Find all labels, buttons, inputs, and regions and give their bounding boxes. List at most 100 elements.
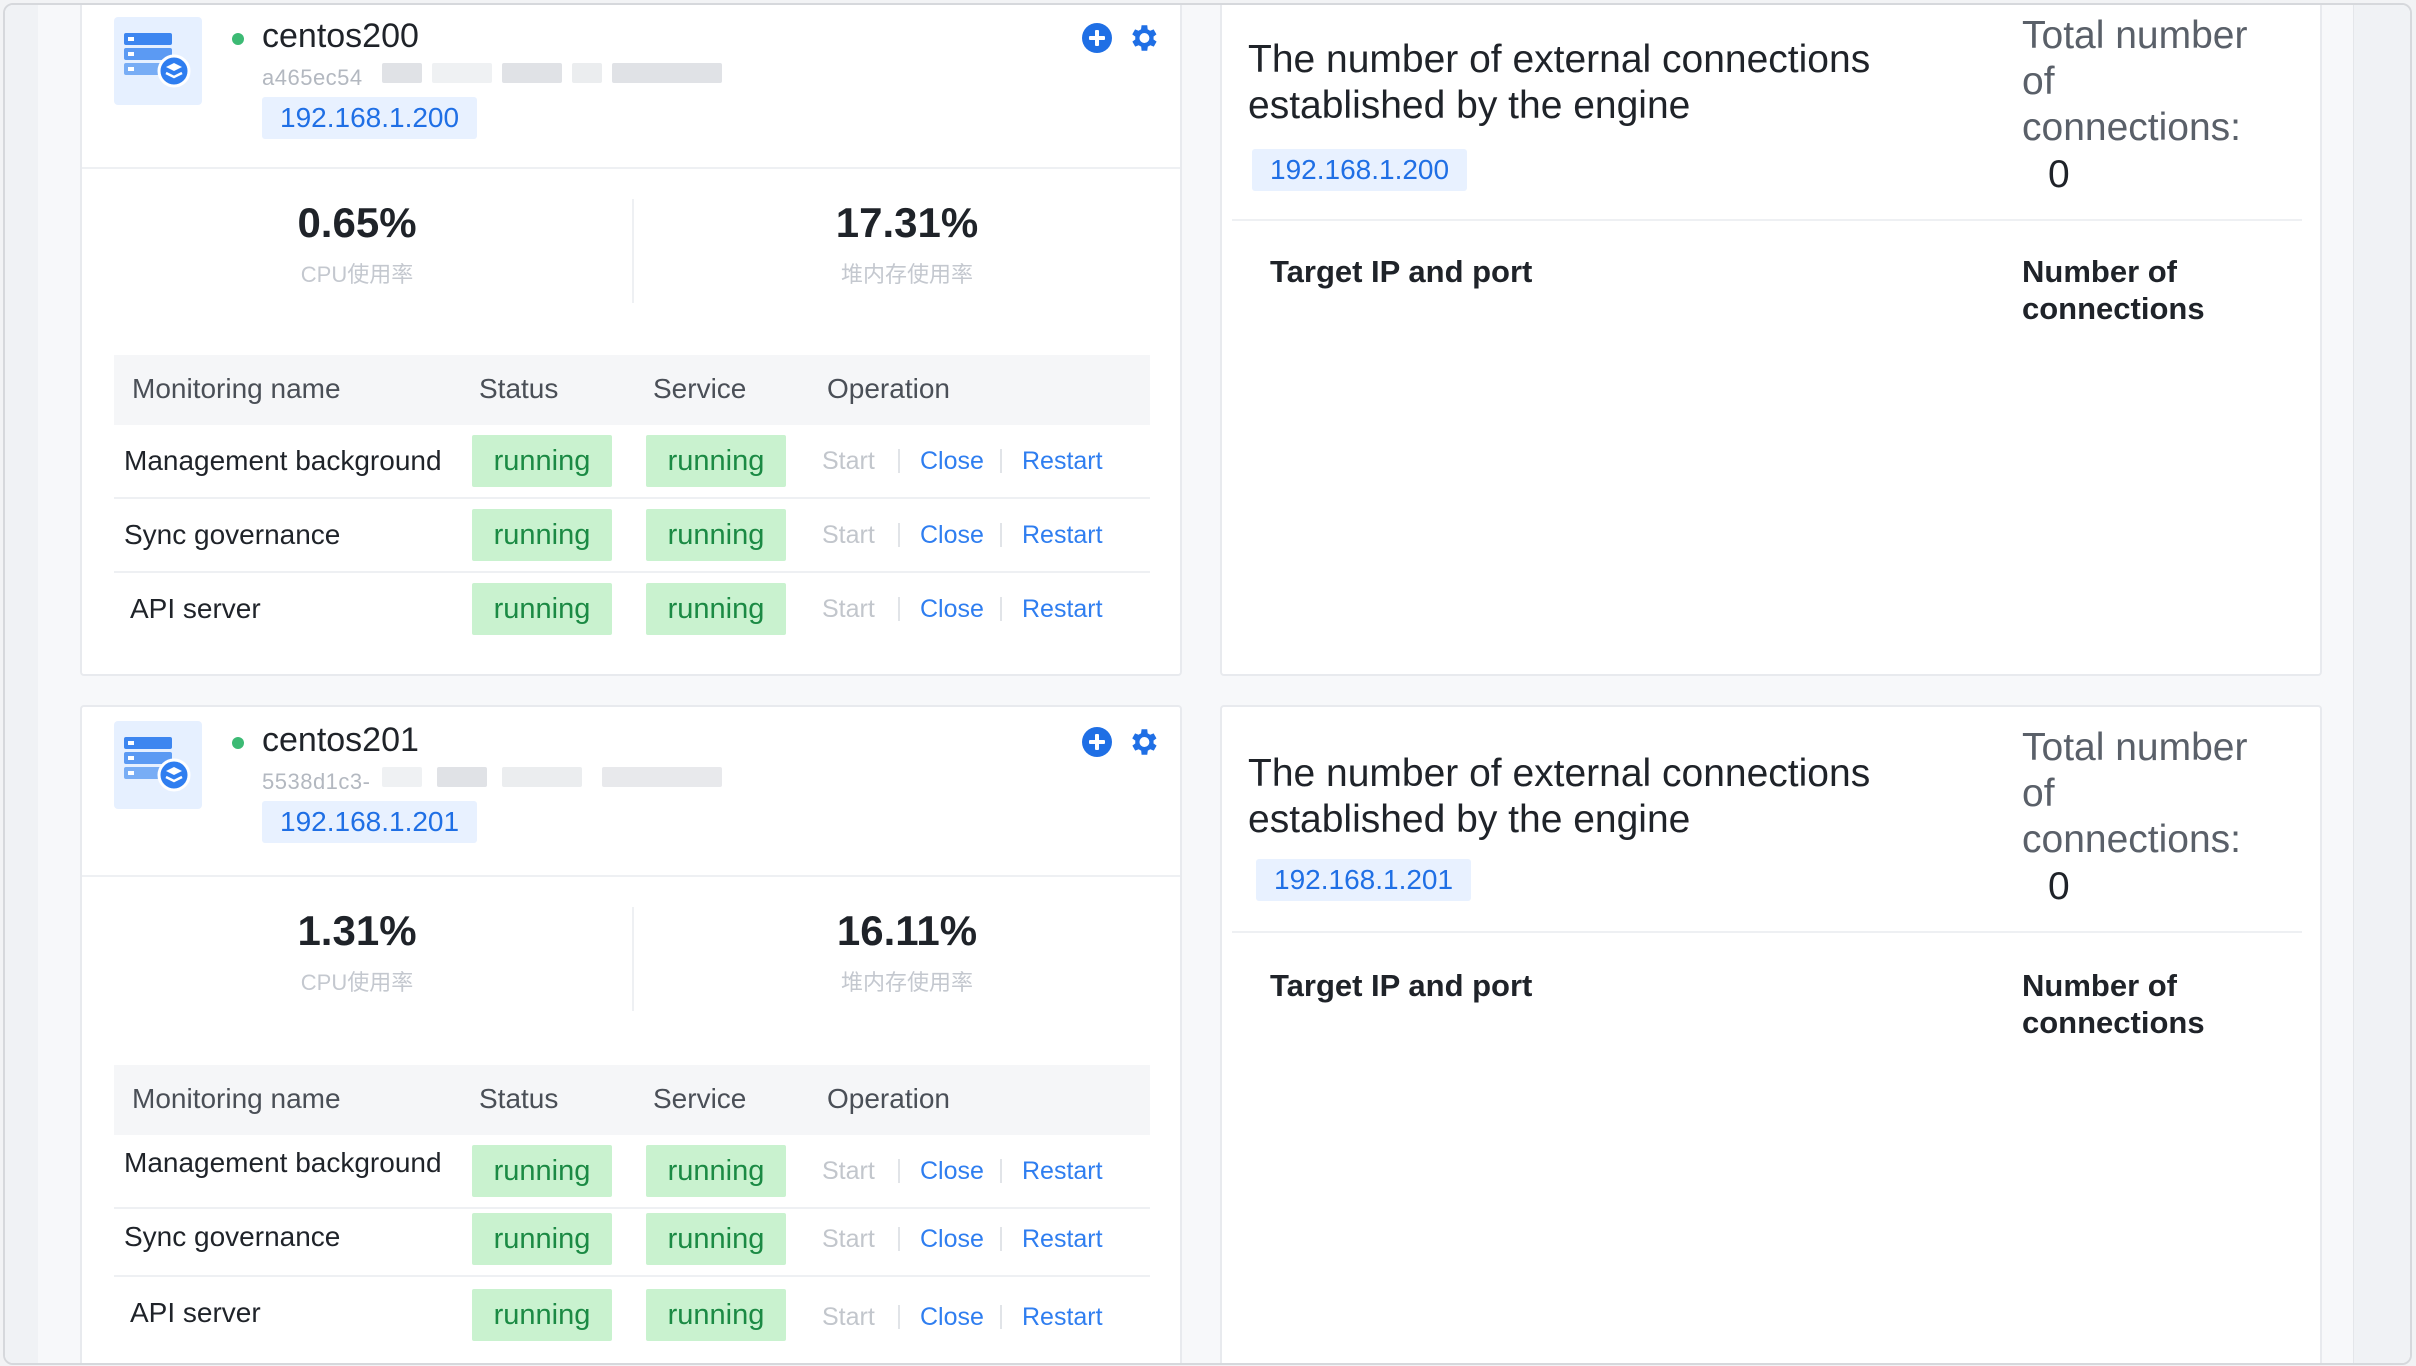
monitor-name: Management background bbox=[124, 445, 442, 476]
connections-title: The number of external connections estab… bbox=[1248, 752, 1871, 841]
connections-title: The number of external connections estab… bbox=[1248, 38, 1871, 127]
redacted-id bbox=[612, 63, 722, 83]
divider bbox=[898, 1159, 900, 1183]
redacted-id bbox=[382, 767, 422, 787]
window-frame: centos200 a465ec54 192.168.1.200 0.65% C… bbox=[3, 3, 2412, 1365]
column-header: Operation bbox=[827, 1083, 950, 1114]
cpu-value: 0.65% bbox=[297, 199, 417, 246]
table-row: API server running running Start Close R… bbox=[114, 573, 1150, 645]
total-connections-label: Total number of connections: bbox=[2022, 14, 2248, 149]
redacted-id bbox=[432, 63, 492, 83]
server-stack-icon bbox=[114, 721, 202, 809]
service-badge: running bbox=[646, 1145, 786, 1197]
total-connections-value: 0 bbox=[2048, 153, 2070, 196]
close-button[interactable]: Close bbox=[920, 1157, 984, 1186]
redacted-id bbox=[572, 63, 602, 83]
column-header: Operation bbox=[827, 373, 950, 404]
status-badge: running bbox=[472, 1145, 612, 1197]
column-header: Service bbox=[653, 1083, 747, 1114]
close-button[interactable]: Close bbox=[920, 1225, 984, 1254]
service-badge: running bbox=[646, 1213, 786, 1265]
heap-value: 17.31% bbox=[835, 199, 979, 246]
ip-tag: 192.168.1.201 bbox=[262, 801, 478, 843]
cpu-value: 1.31% bbox=[297, 907, 417, 954]
restart-button[interactable]: Restart bbox=[1022, 1225, 1103, 1254]
heap-metric: 17.31% 堆内存使用率 bbox=[632, 199, 1180, 289]
divider bbox=[1000, 1305, 1002, 1329]
table-row: API server running running Start Close R… bbox=[114, 1277, 1150, 1349]
left-gutter bbox=[5, 5, 38, 1363]
divider bbox=[898, 597, 900, 621]
online-status-dot bbox=[232, 737, 244, 749]
divider bbox=[898, 449, 900, 473]
redacted-id bbox=[382, 63, 422, 83]
restart-button[interactable]: Restart bbox=[1022, 1157, 1103, 1186]
service-badge: running bbox=[646, 1289, 786, 1341]
host-name: centos201 bbox=[262, 721, 419, 759]
cpu-label: CPU使用率 bbox=[300, 970, 414, 995]
status-badge: running bbox=[472, 1289, 612, 1341]
ip-tag: 192.168.1.201 bbox=[1256, 859, 1472, 901]
start-button[interactable]: Start bbox=[822, 1303, 875, 1332]
monitor-name: Management background bbox=[124, 1147, 442, 1178]
start-button[interactable]: Start bbox=[822, 595, 875, 624]
redacted-id bbox=[602, 767, 722, 787]
divider bbox=[1000, 597, 1002, 621]
table-header: Monitoring name Status Service Operation bbox=[114, 1065, 1150, 1135]
table-row: Management background running running St… bbox=[114, 1135, 1150, 1209]
scrollbar-track[interactable] bbox=[2353, 5, 2410, 1363]
close-button[interactable]: Close bbox=[920, 1303, 984, 1332]
restart-button[interactable]: Restart bbox=[1022, 1303, 1103, 1332]
start-button[interactable]: Start bbox=[822, 521, 875, 550]
restart-button[interactable]: Restart bbox=[1022, 447, 1103, 476]
monitor-name: Sync governance bbox=[124, 1221, 341, 1252]
column-header: Status bbox=[479, 373, 559, 404]
close-button[interactable]: Close bbox=[920, 595, 984, 624]
column-header: Status bbox=[479, 1083, 559, 1114]
divider bbox=[1000, 1227, 1002, 1251]
plus-circle-icon[interactable] bbox=[1082, 727, 1112, 757]
connections-card: The number of external connections estab… bbox=[1220, 5, 2322, 676]
start-button[interactable]: Start bbox=[822, 1225, 875, 1254]
host-card: centos201 5538d1c3- 192.168.1.201 1.31% … bbox=[80, 705, 1182, 1363]
divider bbox=[898, 1227, 900, 1251]
column-header: Service bbox=[653, 373, 747, 404]
start-button[interactable]: Start bbox=[822, 1157, 875, 1186]
column-header-count: Number of connections bbox=[2022, 254, 2205, 326]
column-header-target: Target IP and port bbox=[1270, 968, 1533, 1003]
close-button[interactable]: Close bbox=[920, 521, 984, 550]
restart-button[interactable]: Restart bbox=[1022, 521, 1103, 550]
total-connections-label: Total number of connections: bbox=[2022, 726, 2248, 861]
server-stack-icon bbox=[114, 17, 202, 105]
close-button[interactable]: Close bbox=[920, 447, 984, 476]
gear-icon[interactable] bbox=[1126, 725, 1160, 759]
status-badge: running bbox=[472, 1213, 612, 1265]
host-id: a465ec54 bbox=[262, 65, 363, 90]
plus-circle-icon[interactable] bbox=[1082, 23, 1112, 53]
cpu-metric: 1.31% CPU使用率 bbox=[82, 907, 632, 997]
cpu-metric: 0.65% CPU使用率 bbox=[82, 199, 632, 289]
ip-tag: 192.168.1.200 bbox=[262, 97, 478, 139]
divider bbox=[82, 167, 1180, 169]
table-row: Management background running running St… bbox=[114, 425, 1150, 499]
monitor-name: Sync governance bbox=[124, 519, 341, 550]
divider bbox=[898, 523, 900, 547]
table-row: Sync governance running running Start Cl… bbox=[114, 499, 1150, 573]
status-badge: running bbox=[472, 435, 612, 487]
divider bbox=[1232, 931, 2302, 933]
column-header-count: Number of connections bbox=[2022, 968, 2205, 1040]
heap-label: 堆内存使用率 bbox=[840, 262, 973, 287]
ip-tag: 192.168.1.200 bbox=[1252, 149, 1468, 191]
service-badge: running bbox=[646, 435, 786, 487]
gear-icon[interactable] bbox=[1126, 21, 1160, 55]
host-card: centos200 a465ec54 192.168.1.200 0.65% C… bbox=[80, 5, 1182, 676]
main-content: centos200 a465ec54 192.168.1.200 0.65% C… bbox=[38, 5, 2358, 1363]
column-header: Monitoring name bbox=[132, 1083, 341, 1114]
restart-button[interactable]: Restart bbox=[1022, 595, 1103, 624]
online-status-dot bbox=[232, 33, 244, 45]
service-badge: running bbox=[646, 583, 786, 635]
service-badge: running bbox=[646, 509, 786, 561]
column-header-target: Target IP and port bbox=[1270, 254, 1533, 289]
start-button[interactable]: Start bbox=[822, 447, 875, 476]
table-row: Sync governance running running Start Cl… bbox=[114, 1209, 1150, 1277]
